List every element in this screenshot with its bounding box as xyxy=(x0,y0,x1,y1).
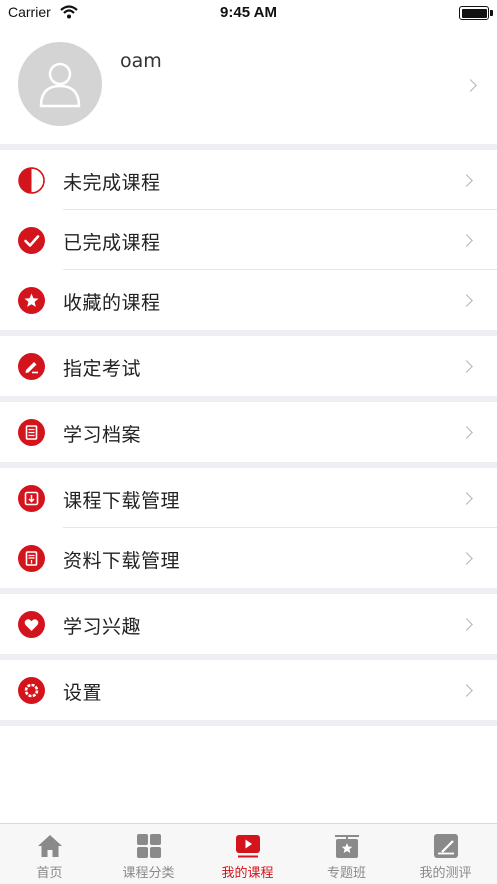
chevron-right-icon xyxy=(464,79,477,92)
tab-label: 首页 xyxy=(36,866,63,881)
chevron-right-icon xyxy=(460,234,473,247)
menu-item-course-downloads[interactable]: 课程下载管理 xyxy=(0,468,497,528)
tab-my-assessments[interactable]: 我的测评 xyxy=(396,824,495,884)
heart-icon xyxy=(18,611,45,638)
menu-item-settings[interactable]: 设置 xyxy=(0,660,497,720)
menu-item-label: 收藏的课程 xyxy=(63,292,161,314)
check-icon xyxy=(18,227,45,254)
chevron-right-icon xyxy=(460,552,473,565)
menu-item-label: 已完成课程 xyxy=(63,232,161,254)
grid-icon xyxy=(137,834,161,858)
menu-item-label: 学习兴趣 xyxy=(63,616,142,638)
profile-header[interactable]: oam xyxy=(0,26,497,144)
tab-bar: 首页 课程分类 我的课程 专题班 我的测评 xyxy=(0,823,497,884)
tab-special-class[interactable]: 专题班 xyxy=(297,824,396,884)
menu-item-completed-courses[interactable]: 已完成课程 xyxy=(0,210,497,270)
tab-home[interactable]: 首页 xyxy=(0,824,99,884)
chevron-right-icon xyxy=(460,294,473,307)
status-bar: Carrier 9:45 AM xyxy=(0,0,497,26)
file-download-icon xyxy=(18,545,45,572)
menu-item-learning-interests[interactable]: 学习兴趣 xyxy=(0,594,497,654)
chevron-right-icon xyxy=(460,426,473,439)
document-icon xyxy=(18,419,45,446)
tab-label: 课程分类 xyxy=(122,866,175,881)
tab-my-courses[interactable]: 我的课程 xyxy=(198,824,297,884)
tab-label: 我的课程 xyxy=(221,866,274,881)
user-icon xyxy=(39,62,81,108)
chevron-right-icon xyxy=(460,684,473,697)
board-star-icon xyxy=(335,835,359,858)
menu-item-material-downloads[interactable]: 资料下载管理 xyxy=(0,528,497,588)
clock: 9:45 AM xyxy=(220,4,277,21)
menu-item-learning-archive[interactable]: 学习档案 xyxy=(0,402,497,462)
pencil-icon xyxy=(18,353,45,380)
menu-item-label: 资料下载管理 xyxy=(63,550,181,572)
tab-course-categories[interactable]: 课程分类 xyxy=(99,824,198,884)
star-icon xyxy=(18,287,45,314)
menu-item-label: 学习档案 xyxy=(63,424,142,446)
gear-icon xyxy=(18,677,45,704)
menu-item-incomplete-courses[interactable]: 未完成课程 xyxy=(0,150,497,210)
chevron-right-icon xyxy=(460,360,473,373)
download-icon xyxy=(18,485,45,512)
play-icon xyxy=(236,835,260,858)
chevron-right-icon xyxy=(460,618,473,631)
menu-item-assigned-exams[interactable]: 指定考试 xyxy=(0,336,497,396)
edit-icon xyxy=(434,834,458,858)
chevron-right-icon xyxy=(460,492,473,505)
menu-item-label: 设置 xyxy=(63,682,103,704)
menu-item-label: 未完成课程 xyxy=(63,172,161,194)
half-circle-icon xyxy=(18,167,45,194)
menu-item-favorite-courses[interactable]: 收藏的课程 xyxy=(0,270,497,330)
tab-label: 我的测评 xyxy=(419,866,472,881)
tab-label: 专题班 xyxy=(326,866,366,881)
chevron-right-icon xyxy=(460,174,473,187)
section-divider xyxy=(0,720,497,726)
battery-icon xyxy=(459,6,493,20)
avatar xyxy=(18,42,102,126)
username: oam xyxy=(120,50,162,72)
home-icon xyxy=(38,835,62,857)
menu-item-label: 指定考试 xyxy=(63,358,142,380)
menu-item-label: 课程下载管理 xyxy=(63,490,181,512)
